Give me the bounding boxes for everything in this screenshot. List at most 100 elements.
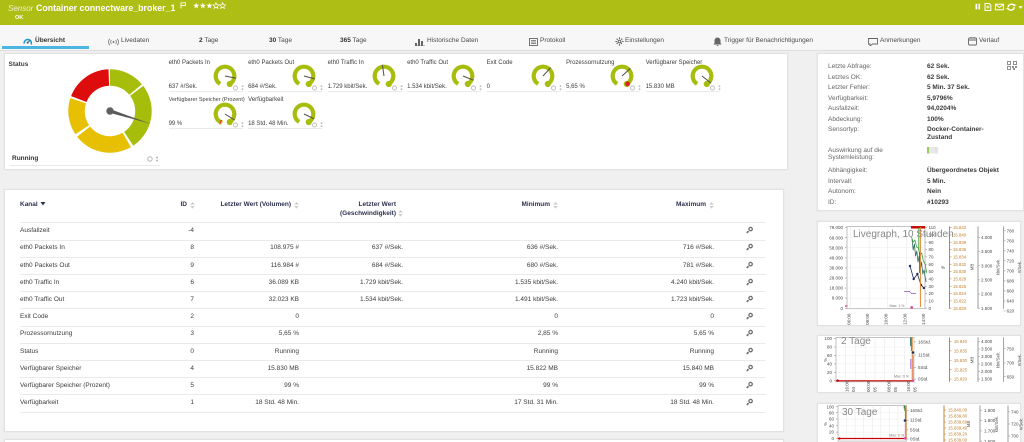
svg-text:15.842: 15.842 [953,225,967,230]
svg-text:15.840: 15.840 [954,339,968,344]
svg-text:15.839,80: 15.839,80 [948,413,968,418]
svg-text:11Std.: 11Std. [918,353,931,358]
svg-text:0: 0 [929,306,932,311]
svg-text:15.834: 15.834 [953,255,967,260]
svg-text:MB: MB [969,264,974,271]
svg-text:650: 650 [1007,374,1015,379]
svg-text:08:00: 08:00 [887,380,892,392]
svg-text:60: 60 [829,416,835,421]
svg-text:Max: 0 %: Max: 0 % [889,433,905,437]
svg-text:40: 40 [829,423,835,428]
svg-text:60: 60 [827,353,833,358]
svg-text:Max: 0 %: Max: 0 % [894,374,910,378]
svg-text:kbit/Sek.: kbit/Sek. [996,259,1001,275]
svg-text:15.836: 15.836 [953,247,967,252]
svg-text:750: 750 [1007,346,1015,351]
svg-text:78.000: 78.000 [829,225,843,230]
svg-text:3.500: 3.500 [981,347,993,352]
svg-text:#/Sek.: #/Sek. [1017,354,1022,366]
svg-text:Max: 1 %: Max: 1 % [890,304,906,308]
svg-text:15.839,20: 15.839,20 [948,431,968,436]
svg-text:3.000: 3.000 [981,263,993,268]
svg-text:70: 70 [929,255,935,260]
svg-text:0Std.: 0Std. [918,377,929,382]
svg-text:100: 100 [824,336,832,341]
svg-text:760: 760 [1007,238,1015,243]
svg-text:15.840: 15.840 [953,233,967,238]
svg-text:15.840,00: 15.840,00 [948,407,968,412]
svg-text:68.000: 68.000 [829,235,843,240]
svg-text:0: 0 [829,378,832,383]
svg-text:16Std.: 16Std. [910,408,923,413]
svg-text:15.820: 15.820 [954,377,968,382]
svg-text:04: 04 [851,386,856,392]
svg-text:05: 05 [913,386,918,392]
svg-text:780: 780 [1007,228,1015,233]
svg-text:100: 100 [826,404,834,409]
svg-text:%: % [823,421,828,425]
svg-text:#/Sek.: #/Sek. [1017,261,1022,273]
svg-text:4.000: 4.000 [981,235,993,240]
svg-text:5Std.: 5Std. [918,365,929,370]
svg-text:05: 05 [873,386,878,392]
svg-text:15.824: 15.824 [953,291,967,296]
svg-text:660: 660 [1007,289,1015,294]
svg-text:20: 20 [929,291,935,296]
svg-text:06:00: 06:00 [847,313,852,325]
svg-text:08:00: 08:00 [865,313,870,325]
svg-text:40: 40 [929,276,935,281]
svg-text:640: 640 [1007,299,1015,304]
svg-text:2.000: 2.000 [981,292,993,297]
svg-text:20: 20 [827,370,833,375]
svg-text:48.000: 48.000 [829,255,843,260]
svg-text:MB: MB [966,420,971,427]
svg-text:0: 0 [831,435,834,440]
svg-text:680: 680 [1007,279,1015,284]
svg-text:80: 80 [827,345,833,350]
svg-text:kbit/Sek.: kbit/Sek. [994,415,999,431]
svg-text:15.830: 15.830 [954,358,968,363]
svg-text:15.839,40: 15.839,40 [948,425,968,430]
svg-text:15.820: 15.820 [953,306,967,311]
svg-text:3.500: 3.500 [981,249,993,254]
svg-text:58.000: 58.000 [829,245,843,250]
svg-text:3.000: 3.000 [981,354,993,359]
svg-text:1.600: 1.600 [984,438,996,442]
svg-text:740: 740 [1007,248,1015,253]
svg-text:28.000: 28.000 [829,276,843,281]
svg-text:11Std.: 11Std. [910,417,923,422]
svg-text:00:00: 00:00 [866,380,871,392]
svg-text:15.830: 15.830 [953,269,967,274]
svg-text:0Std.: 0Std. [910,436,921,441]
svg-text:15.839,00: 15.839,00 [948,437,968,442]
svg-text:2.000: 2.000 [981,369,993,374]
svg-text:%: % [941,265,945,270]
svg-text:20: 20 [829,429,835,434]
svg-text:15.825: 15.825 [954,367,968,372]
svg-text:80: 80 [929,247,935,252]
svg-text:1.900: 1.900 [984,407,996,412]
svg-text:80: 80 [829,410,835,415]
svg-text:16:00: 16:00 [906,380,911,392]
svg-text:700: 700 [1007,361,1015,366]
svg-text:740: 740 [1011,409,1019,414]
svg-text:4.000: 4.000 [981,339,993,344]
svg-text:30: 30 [929,284,935,289]
svg-text:10:00: 10:00 [884,313,889,325]
svg-text:#/Sek.: #/Sek. [1019,417,1024,429]
svg-text:38.000: 38.000 [829,266,843,271]
svg-text:2.500: 2.500 [981,362,993,367]
svg-text:12:00: 12:00 [902,313,907,325]
svg-text:16:00: 16:00 [845,380,850,392]
svg-text:MB: MB [969,357,974,364]
svg-text:0: 0 [840,306,843,311]
svg-text:15.822: 15.822 [953,298,967,303]
svg-text:15.835: 15.835 [954,348,968,353]
svg-text:16Std.: 16Std. [918,340,931,345]
svg-text:2.500: 2.500 [981,277,993,282]
svg-text:05: 05 [893,386,898,392]
svg-text:50: 50 [929,269,935,274]
svg-text:14:00: 14:00 [921,313,926,325]
svg-text:15.828: 15.828 [953,276,967,281]
svg-text:1.500: 1.500 [981,306,993,311]
